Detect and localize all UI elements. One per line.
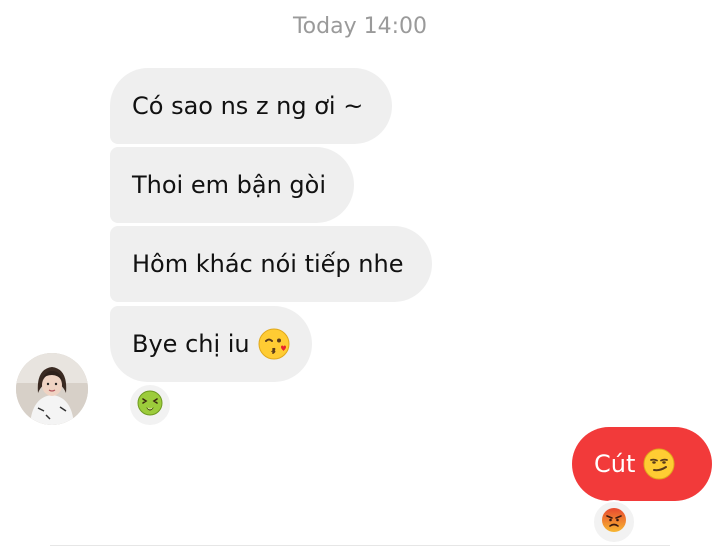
message-text: Cút xyxy=(594,450,636,478)
smirk-emoji-icon xyxy=(643,448,675,480)
incoming-message-4[interactable]: Bye chị iu xyxy=(110,306,312,382)
nauseated-face-icon xyxy=(137,390,163,421)
angry-face-icon xyxy=(601,507,627,538)
kissing-wink-emoji-icon xyxy=(258,328,290,360)
message-text: Bye chị iu xyxy=(132,330,250,358)
outgoing-reaction[interactable] xyxy=(592,500,636,544)
bottom-divider xyxy=(50,545,670,546)
message-text: Thoi em bận gòi xyxy=(132,171,326,199)
incoming-reaction[interactable] xyxy=(128,383,172,427)
incoming-message-1[interactable]: Có sao ns z ng ơi ~ xyxy=(110,68,392,144)
message-text: Có sao ns z ng ơi ~ xyxy=(132,92,364,120)
chat-timestamp: Today 14:00 xyxy=(292,14,428,39)
message-text: Hôm khác nói tiếp nhe xyxy=(132,250,404,278)
outgoing-message[interactable]: Cút xyxy=(572,427,712,501)
incoming-message-2[interactable]: Thoi em bận gòi xyxy=(110,147,354,223)
contact-avatar[interactable] xyxy=(16,353,88,425)
incoming-message-3[interactable]: Hôm khác nói tiếp nhe xyxy=(110,226,432,302)
